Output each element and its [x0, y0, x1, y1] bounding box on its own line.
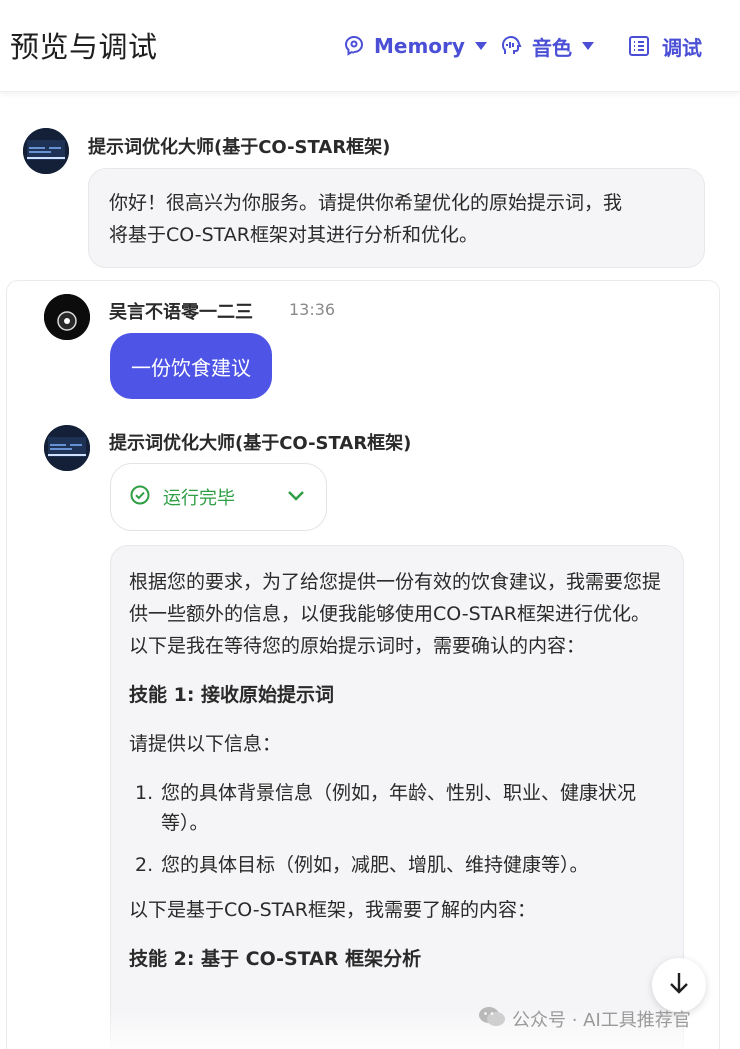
- list-item: 2. 您的具体目标（例如，减肥、增肌、维持健康等）。: [129, 850, 665, 880]
- voice-button[interactable]: 音色: [500, 30, 594, 62]
- watermark: 公众号 · AI工具推荐官: [478, 1004, 691, 1034]
- memory-brain-icon: [342, 34, 366, 58]
- info-list: 1. 您的具体背景信息（例如，年龄、性别、职业、健康状况等）。 2. 您的具体目…: [129, 778, 665, 880]
- list-item-number: 1.: [135, 782, 154, 804]
- answer-paragraph: 请提供以下信息：: [129, 733, 282, 755]
- message-timestamp: 13:36: [289, 300, 336, 319]
- list-item-number: 2.: [135, 854, 154, 876]
- answer-paragraph: 以下是基于CO-STAR框架，我需要了解的内容：: [129, 899, 536, 921]
- user-sender-name: 吴言不语零一二三: [109, 302, 253, 323]
- page-title: 预览与调试: [10, 30, 158, 64]
- wechat-icon: [478, 1005, 506, 1034]
- chevron-down-icon: [286, 488, 306, 507]
- debug-list-icon: [628, 35, 650, 57]
- voice-label: 音色: [532, 35, 572, 60]
- chevron-down-icon: [582, 42, 594, 50]
- bot-avatar: [23, 128, 69, 174]
- skill-heading: 技能 1: 接收原始提示词: [129, 684, 335, 706]
- voice-head-icon: [500, 34, 524, 58]
- user-avatar: [44, 294, 90, 340]
- list-item-text: 您的具体背景信息（例如，年龄、性别、职业、健康状况等）。: [161, 782, 637, 834]
- memory-label: Memory: [374, 34, 465, 58]
- bot-sender-name: 提示词优化大师(基于CO-STAR框架): [88, 137, 391, 158]
- greeting-line-1: 你好！很高兴为你服务。请提供你希望优化的原始提示词，我: [109, 192, 623, 214]
- skill-heading: 技能 2: 基于 CO-STAR 框架分析: [129, 948, 422, 970]
- watermark-text: 公众号 · AI工具推荐官: [512, 1010, 691, 1031]
- memory-button[interactable]: Memory: [342, 30, 487, 62]
- bot-answer-bubble: 根据您的要求，为了给您提供一份有效的饮食建议，我需要您提供一些额外的信息，以便我…: [110, 545, 684, 1049]
- chevron-down-icon: [474, 42, 487, 50]
- greeting-line-2: 将基于CO-STAR框架对其进行分析和优化。: [109, 224, 478, 246]
- bot-sender-name: 提示词优化大师(基于CO-STAR框架): [109, 433, 412, 454]
- bot-avatar: [44, 425, 90, 471]
- run-status-toggle[interactable]: 运行完毕: [110, 463, 327, 531]
- list-item-text: 您的具体目标（例如，减肥、增肌、维持健康等）。: [161, 854, 589, 876]
- list-item: 1. 您的具体背景信息（例如，年龄、性别、职业、健康状况等）。: [129, 778, 665, 838]
- bot-greeting-bubble: 你好！很高兴为你服务。请提供你希望优化的原始提示词，我 将基于CO-STAR框架…: [88, 168, 705, 268]
- debug-button[interactable]: 调试: [628, 30, 702, 62]
- header-bar: 预览与调试 Memory 音色 调试: [0, 0, 740, 92]
- check-circle-icon: [129, 484, 151, 510]
- user-message-bubble: 一份饮食建议: [110, 333, 272, 399]
- debug-label: 调试: [662, 35, 702, 60]
- answer-paragraph: 根据您的要求，为了给您提供一份有效的饮食建议，我需要您提供一些额外的信息，以便我…: [129, 571, 662, 657]
- run-status-text: 运行完毕: [163, 488, 235, 509]
- arrow-down-icon: [667, 970, 691, 1000]
